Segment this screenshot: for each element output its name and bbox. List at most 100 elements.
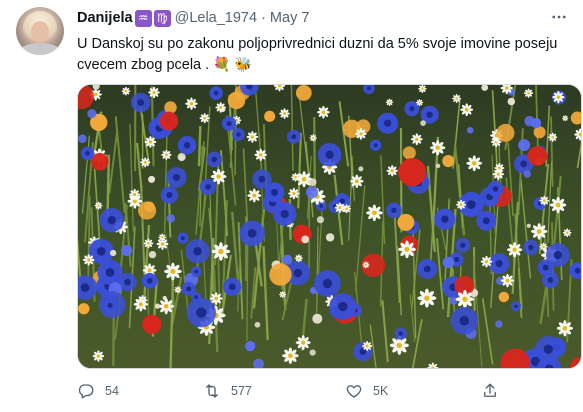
- flower-mark: [121, 245, 133, 257]
- flower-mark: [279, 108, 290, 119]
- more-horizontal-icon[interactable]: [547, 7, 571, 27]
- flower-mark: [87, 109, 97, 119]
- flower-mark: [221, 116, 237, 131]
- tweet-actions: 54 577 5K: [77, 380, 517, 402]
- flower-mark: [386, 202, 402, 219]
- flower-mark: [102, 298, 118, 313]
- flower-mark: [452, 94, 462, 104]
- flower-mark: [450, 306, 479, 335]
- flower-mark: [185, 239, 210, 264]
- flower-mark: [369, 139, 382, 151]
- flower-mark: [398, 158, 427, 187]
- flower-mark: [526, 223, 531, 228]
- tweet-card[interactable]: Danijela ♒ ♍ @Lela_1974 · May 7 U Dansko…: [0, 0, 583, 412]
- flower-mark: [417, 259, 438, 279]
- flower-mark: [385, 98, 394, 107]
- user-handle[interactable]: @Lela_1974: [175, 9, 257, 27]
- flower-mark: [492, 168, 504, 180]
- flower-mark: [186, 297, 216, 328]
- flower-mark: [94, 201, 103, 210]
- flower-mark: [455, 237, 471, 253]
- flower-mark: [177, 152, 186, 162]
- flower-mark: [206, 151, 223, 168]
- flower-mark: [154, 303, 161, 309]
- flower-mark: [156, 238, 169, 250]
- flower-mark: [429, 140, 446, 156]
- flower-mark: [334, 202, 346, 213]
- flower-mark: [350, 174, 364, 189]
- flower-mark: [460, 103, 474, 117]
- flower-mark: [309, 134, 317, 142]
- flower-mark: [523, 239, 539, 256]
- flower-mark: [239, 220, 265, 247]
- flower-mark: [215, 102, 226, 113]
- flower-mark: [435, 163, 441, 169]
- flower-mark: [269, 263, 292, 286]
- flower-mark: [386, 165, 398, 177]
- flower-mark: [199, 178, 217, 196]
- flower-mark: [308, 178, 317, 187]
- flower-mark: [420, 120, 426, 127]
- flower-mark: [177, 232, 189, 244]
- flower-mark: [295, 85, 312, 101]
- flower-mark: [317, 105, 330, 119]
- flower-mark: [110, 249, 117, 257]
- flower-mark: [442, 154, 455, 168]
- flower-mark: [245, 341, 256, 352]
- flower-mark: [185, 97, 198, 110]
- avatar-shirt: [18, 43, 62, 55]
- avatar[interactable]: [16, 7, 64, 55]
- display-name[interactable]: Danijela: [77, 9, 133, 27]
- tweet-date[interactable]: May 7: [270, 9, 310, 27]
- flower-mark: [199, 113, 210, 124]
- flower-mark: [209, 86, 223, 100]
- flower-mark: [317, 142, 342, 167]
- flower-mark: [442, 256, 455, 269]
- heart-icon: [346, 385, 362, 398]
- flower-mark: [530, 117, 542, 129]
- flower-mark: [160, 186, 179, 204]
- flower-mark: [402, 146, 416, 160]
- flower-mark: [362, 261, 370, 269]
- flower-mark: [549, 196, 567, 214]
- flower-mark: [456, 199, 467, 210]
- like-button[interactable]: 5K: [345, 380, 388, 402]
- flower-mark: [314, 270, 341, 297]
- flower-mark: [166, 167, 187, 188]
- flower-mark: [286, 129, 301, 144]
- flower-mark: [223, 277, 242, 297]
- flower-mark: [82, 254, 95, 266]
- flower-mark: [211, 242, 231, 261]
- tweet-photo[interactable]: [77, 84, 582, 369]
- flower-mark: [137, 201, 157, 220]
- flower-mark: [246, 131, 259, 143]
- flower-mark: [133, 297, 149, 312]
- flower-mark: [488, 253, 510, 274]
- flower-mark: [398, 240, 416, 259]
- flower-mark: [355, 128, 367, 140]
- bouquet-emoji-icon: 💐: [213, 56, 231, 72]
- reply-button[interactable]: 54: [77, 380, 119, 402]
- flower-mark: [148, 250, 157, 259]
- flower-mark: [510, 301, 522, 312]
- share-button[interactable]: [481, 380, 499, 402]
- flower-mark: [264, 182, 285, 203]
- flower-mark: [434, 208, 456, 230]
- flower-mark: [466, 155, 483, 172]
- flower-mark: [227, 91, 246, 110]
- flower-mark: [561, 115, 569, 122]
- flower-mark: [562, 228, 572, 238]
- avatar-face: [31, 21, 49, 43]
- flower-mark: [291, 172, 300, 182]
- flower-mark: [174, 286, 182, 294]
- flower-mark: [449, 296, 458, 305]
- flower-mark: [159, 111, 179, 131]
- flower-mark: [130, 92, 151, 113]
- flower-mark: [140, 157, 151, 168]
- flower-mark: [158, 298, 175, 315]
- flower-mark: [455, 289, 475, 309]
- flower-mark: [362, 340, 373, 351]
- tweet-content: Danijela ♒ ♍ @Lela_1974 · May 7 U Dansko…: [77, 9, 575, 75]
- retweet-button[interactable]: 577: [203, 380, 252, 402]
- flower-mark: [190, 266, 202, 277]
